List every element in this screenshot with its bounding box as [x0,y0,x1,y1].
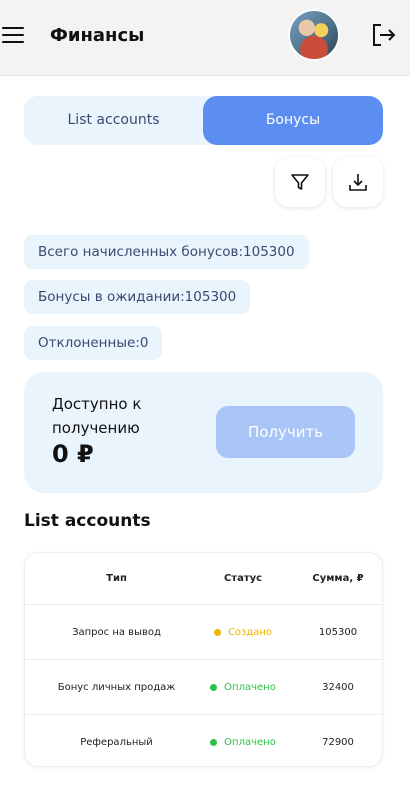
available-label: Доступно к получению [52,395,142,437]
tab-list-accounts[interactable]: List accounts [24,96,203,145]
row-type: Запрос на вывод [72,626,161,638]
row-sum: 32400 [322,681,354,693]
available-card: Доступно к получению 0 ₽ Получить [24,372,383,493]
app-header: Финансы [0,0,410,76]
section-title: List accounts [24,511,151,531]
status-dot-icon [213,628,221,636]
menu-icon[interactable] [2,27,24,45]
tab-bar: List accounts Бонусы [24,96,383,145]
status-dot-icon [210,739,218,746]
table-row[interactable]: Реферальный Оплачено 72900 [25,715,382,766]
accounts-table: Тип Статус Сумма, ₽ Запрос на вывод Созд… [24,552,383,767]
tab-bonuses[interactable]: Бонусы [203,96,383,145]
row-status: Создано [193,605,293,659]
row-status: Оплачено [193,660,293,714]
column-header-status: Статус [223,573,263,584]
row-sum: 72900 [322,737,354,748]
logout-icon[interactable] [368,20,398,50]
pending-bonuses-badge: Бонусы в ожидании:105300 [24,280,251,314]
status-dot-icon [210,683,218,691]
rejected-bonuses-badge: Отклоненные:0 [24,326,163,360]
row-status: Оплачено [193,715,293,766]
avatar[interactable] [288,9,340,61]
status-label: Оплачено [224,681,276,693]
download-icon [349,174,367,191]
row-sum: 105300 [318,626,358,638]
table-header: Тип Статус Сумма, ₽ [25,553,382,605]
table-row[interactable]: Запрос на вывод Создано 105300 [25,605,382,660]
download-button[interactable] [333,157,383,207]
row-type: Реферальный [80,737,153,748]
row-type: Бонус личных продаж [57,681,176,693]
status-label: Оплачено [224,737,276,748]
column-header-type: Тип [106,573,127,584]
filter-button[interactable] [275,157,325,207]
available-amount: 0 ₽ [52,440,94,468]
total-bonuses-badge: Всего начисленных бонусов:105300 [24,235,309,269]
filter-icon [291,174,309,190]
table-row[interactable]: Бонус личных продаж Оплачено 32400 [25,660,382,715]
get-button[interactable]: Получить [216,406,355,458]
status-label: Создано [227,626,273,638]
column-header-sum: Сумма, ₽ [312,573,364,584]
page-title: Финансы [50,25,145,46]
